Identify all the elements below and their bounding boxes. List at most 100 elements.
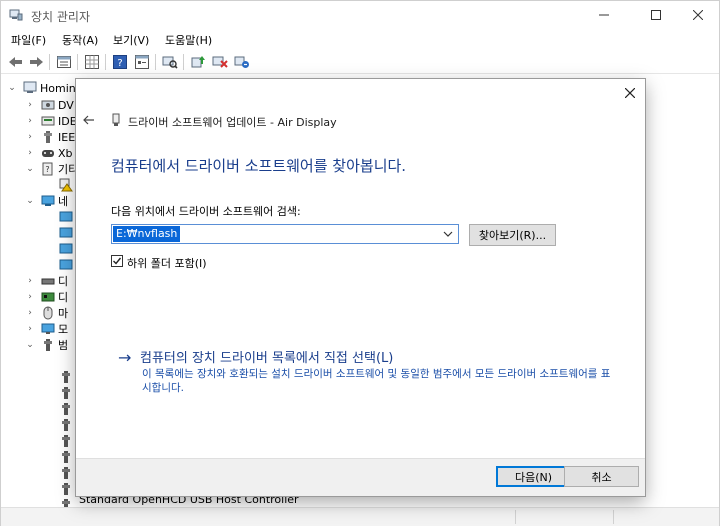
grid-view-button[interactable] [83,53,101,71]
help-button[interactable]: ? [111,53,129,71]
expand-chevron-icon[interactable]: › [25,116,35,126]
expand-chevron-icon[interactable]: › [25,132,35,142]
cancel-button[interactable]: 취소 [564,466,639,487]
menu-help[interactable]: 도움말(H) [165,32,212,48]
tree-row[interactable] [59,465,76,481]
pick-from-list-description: 이 목록에는 장치와 호환되는 설치 드라이버 소프트웨어 및 동일한 범주에서… [142,368,611,394]
tree-row[interactable] [59,369,76,385]
usb-device-icon [62,467,70,479]
usb-device-icon [62,419,70,431]
tree-row[interactable]: › Xb [25,145,73,161]
tree-row[interactable] [59,481,76,497]
usb-device-icon [62,451,70,463]
title-bar[interactable]: 장치 관리자 [1,1,719,29]
expand-chevron-icon[interactable]: › [25,100,35,110]
usb-device-icon [62,371,70,383]
tree-row-label: Xb [58,146,73,160]
disable-device-button[interactable] [211,53,229,71]
tree-row[interactable]: ⌄? 기티 [25,161,78,177]
display-adapter-icon [41,292,55,302]
tree-row[interactable] [59,433,76,449]
close-icon [693,10,703,20]
svg-text:?: ? [45,165,49,174]
collapse-chevron-icon[interactable]: ⌄ [25,196,35,206]
tree-row[interactable] [43,241,76,257]
pick-from-list-link[interactable]: 컴퓨터의 장치 드라이버 목록에서 직접 선택(L) [140,347,393,366]
scan-hardware-button[interactable] [161,53,179,71]
update-driver-dialog: 드라이버 소프트웨어 업데이트 - Air Display 컴퓨터에서 드라이버… [76,79,645,496]
tree-row[interactable]: › 모 [25,321,68,337]
network-adapter-icon [41,195,55,206]
tree-row[interactable]: › 디 [25,273,68,289]
maximize-button[interactable] [633,1,679,29]
menu-bar: 파일(F) 동작(A) 보기(V) 도움말(H) [1,29,719,49]
help-icon: ? [113,55,127,69]
chevron-down-icon[interactable] [442,228,454,240]
dvd-drive-icon [41,100,55,110]
warning-device-icon [59,178,73,192]
device-manager-icon [9,9,23,21]
properties-button[interactable] [55,53,73,71]
tree-row[interactable]: ⌄ 네 [25,193,68,209]
tree-row[interactable] [59,449,76,465]
scan-hardware-icon [162,56,178,69]
tree-row[interactable] [43,209,76,225]
collapse-chevron-icon[interactable]: ⌄ [25,164,35,174]
usb-device-icon [62,387,70,399]
menu-view[interactable]: 보기(V) [113,32,149,48]
collapse-chevron-icon[interactable]: ⌄ [7,83,17,93]
tree-root-label: Homin [40,81,76,95]
expand-chevron-icon[interactable]: › [25,324,35,334]
expand-chevron-icon[interactable]: › [25,148,35,158]
tree-row[interactable]: › DV [25,97,74,113]
tree-row[interactable]: › 디 [25,289,68,305]
tree-row[interactable] [59,401,76,417]
forward-button[interactable] [27,53,45,71]
close-window-button[interactable] [675,1,720,29]
tree-row[interactable]: ⌄ 범 [25,337,68,353]
uninstall-device-button[interactable] [233,53,251,71]
next-button[interactable]: 다음(N) [496,466,571,487]
tree-row[interactable] [43,177,76,193]
back-button[interactable] [7,53,25,71]
menu-action[interactable]: 동작(A) [62,32,98,48]
expand-chevron-icon[interactable]: › [25,308,35,318]
dialog-close-button[interactable] [622,85,638,101]
tree-row[interactable]: › IDE [25,113,77,129]
usb-controller-icon [44,131,52,143]
tree-row-label: 범 [58,339,69,352]
tree-row[interactable] [59,385,76,401]
tree-row[interactable] [43,225,76,241]
details-button[interactable] [133,53,151,71]
tree-row-label: DV [58,98,74,112]
tree-row-label: IDE [58,114,77,128]
grid-icon [85,55,99,69]
minimize-button[interactable] [581,1,627,29]
include-subfolders-label[interactable]: 하위 폴더 포함(I) [127,255,207,271]
toolbar: ? [1,50,719,74]
usb-bus-icon [44,339,52,351]
search-path-combobox[interactable]: E:₩nvflash [111,224,459,244]
back-arrow-icon[interactable] [82,113,96,127]
properties-icon [57,56,71,68]
tree-row[interactable] [43,257,76,273]
tree-row[interactable]: › 마 [25,305,68,321]
menu-file[interactable]: 파일(F) [11,32,46,48]
status-bar [1,507,719,526]
tree-row-label: 네 [58,195,69,208]
collapse-chevron-icon[interactable]: ⌄ [25,340,35,350]
update-driver-button[interactable] [189,53,207,71]
expand-chevron-icon[interactable]: › [25,292,35,302]
search-path-value[interactable]: E:₩nvflash [113,226,181,242]
tree-row-root[interactable]: ⌄ Homin [7,80,76,96]
disk-drive-icon [41,278,55,285]
search-location-label: 다음 위치에서 드라이버 소프트웨어 검색: [111,205,301,218]
device-icon [112,113,120,126]
tree-row[interactable]: › IEE [25,129,75,145]
browse-button[interactable]: 찾아보기(R)... [469,224,556,246]
tree-row[interactable] [59,417,76,433]
expand-chevron-icon[interactable]: › [25,276,35,286]
include-subfolders-checkbox[interactable] [111,255,123,267]
tree-row[interactable] [59,497,76,507]
usb-device-icon [62,403,70,415]
